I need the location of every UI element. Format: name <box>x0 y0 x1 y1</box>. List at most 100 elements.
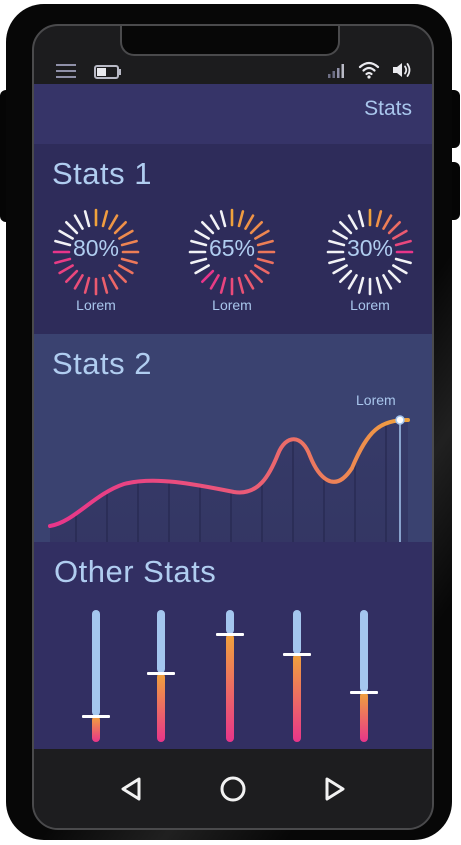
slider-track-unfilled <box>293 610 301 654</box>
gauge-tick-active <box>219 276 227 294</box>
gauge-tick-active <box>209 274 220 290</box>
trend-marker-point[interactable] <box>395 415 405 425</box>
wifi-icon <box>358 61 380 79</box>
slider-thumb[interactable] <box>147 672 175 676</box>
stat-slider[interactable] <box>216 542 244 749</box>
device-stage: Stats Stats 1 80% Lorem 65% Lorem 30% Lo… <box>0 0 461 845</box>
stats2-section: Stats 2 Lorem <box>34 334 432 542</box>
gauge-tick-active <box>237 276 245 294</box>
gauge-tick-inactive <box>339 269 353 283</box>
other-stats-title: Other Stats <box>54 554 217 589</box>
navigation-bar <box>34 749 432 828</box>
gauge-tick-inactive <box>382 274 393 290</box>
gauge-value: 65% <box>208 235 256 261</box>
gauge-label: Lorem <box>76 297 116 313</box>
gauge-tick-inactive <box>194 264 210 275</box>
gauge-tick-active <box>65 269 79 283</box>
gauge-tick-active <box>249 269 263 283</box>
stat-slider[interactable] <box>82 542 110 749</box>
stat-slider[interactable] <box>283 542 311 749</box>
gauge-tick-active <box>201 269 215 283</box>
slider-track-filled <box>92 715 100 742</box>
gauge-tick-inactive <box>387 269 401 283</box>
gauge-label: Lorem <box>212 297 252 313</box>
gauge-tick-inactive <box>332 264 348 275</box>
stat-slider[interactable] <box>147 542 175 749</box>
gauge-tick-active <box>237 210 245 228</box>
gauge-tick-inactive <box>219 210 227 228</box>
slider-thumb[interactable] <box>216 632 244 636</box>
gauge-tick-active <box>118 264 134 275</box>
slider-track-unfilled <box>360 610 368 692</box>
menu-icon[interactable] <box>56 64 76 78</box>
trend-area-fill <box>50 420 408 542</box>
gauge-tick-inactive <box>375 276 383 294</box>
nav-home-button[interactable] <box>213 769 253 809</box>
gauge-tick-inactive <box>347 274 358 290</box>
slider-track-filled <box>157 673 165 742</box>
app-header: Stats <box>34 84 432 144</box>
gauge-label: Lorem <box>350 297 390 313</box>
slider-thumb[interactable] <box>82 714 110 718</box>
gauge-value: 30% <box>346 235 394 261</box>
nav-back-button[interactable] <box>112 769 152 809</box>
gauge-tick-active <box>113 221 127 235</box>
signal-icon <box>328 64 344 78</box>
gauge-tick-active <box>387 221 401 235</box>
gauge-tick-active <box>58 264 74 275</box>
other-stats-section: Other Stats <box>34 542 432 749</box>
gauge-tick-inactive <box>357 210 365 228</box>
gauge-tick-inactive <box>201 221 215 235</box>
trend-marker-label: Lorem <box>356 392 396 408</box>
gauge-tick-active <box>244 274 255 290</box>
phone-frame: Stats Stats 1 80% Lorem 65% Lorem 30% Lo… <box>6 4 452 840</box>
stat-slider[interactable] <box>350 542 378 749</box>
slider-thumb[interactable] <box>283 652 311 656</box>
gauge-tick-active <box>113 269 127 283</box>
slider-track-unfilled <box>226 610 234 634</box>
gauge-65-percent: 65% Lorem <box>184 204 280 314</box>
stats2-title: Stats 2 <box>52 346 152 381</box>
gauge-tick-inactive <box>339 221 353 235</box>
back-triangle-icon <box>121 777 141 801</box>
gauge-tick-active <box>254 264 270 275</box>
gauge-tick-inactive <box>65 221 79 235</box>
slider-track-filled <box>226 633 234 742</box>
gauge-tick-inactive <box>347 214 358 230</box>
status-bar <box>34 54 432 86</box>
gauge-tick-active <box>375 210 383 228</box>
stats1-title: Stats 1 <box>52 156 152 191</box>
header-title: Stats <box>364 97 412 120</box>
gauge-tick-active <box>108 274 119 290</box>
volume-icon[interactable] <box>392 62 412 78</box>
camera-notch <box>120 26 340 56</box>
home-circle-icon <box>220 776 246 802</box>
gauge-tick-active <box>108 214 119 230</box>
gauge-value: 80% <box>72 235 120 261</box>
gauge-tick-active <box>101 276 109 294</box>
slider-track-filled <box>360 691 368 742</box>
recents-triangle-icon <box>325 777 345 801</box>
slider-track-unfilled <box>92 610 100 716</box>
battery-icon <box>94 65 121 79</box>
slider-thumb[interactable] <box>350 690 378 694</box>
phone-bezel: Stats Stats 1 80% Lorem 65% Lorem 30% Lo… <box>32 24 434 830</box>
gauge-tick-active <box>101 210 109 228</box>
gauge-tick-active <box>244 214 255 230</box>
gauge-tick-active <box>73 274 84 290</box>
gauge-tick-inactive <box>392 264 408 275</box>
gauge-tick-inactive <box>83 210 91 228</box>
app-screen: Stats Stats 1 80% Lorem 65% Lorem 30% Lo… <box>34 84 432 749</box>
gauge-tick-active <box>249 221 263 235</box>
gauge-30-percent: 30% Lorem <box>322 204 418 314</box>
slider-track-filled <box>293 653 301 742</box>
gauge-tick-active <box>382 214 393 230</box>
gauge-80-percent: 80% Lorem <box>48 204 144 314</box>
nav-recents-button[interactable] <box>314 769 354 809</box>
gauge-tick-active <box>83 276 91 294</box>
slider-track-unfilled <box>157 610 165 674</box>
gauge-tick-inactive <box>209 214 220 230</box>
gauge-tick-inactive <box>357 276 365 294</box>
gauge-tick-inactive <box>73 214 84 230</box>
stats1-section: Stats 1 80% Lorem 65% Lorem 30% Lorem <box>34 144 432 334</box>
